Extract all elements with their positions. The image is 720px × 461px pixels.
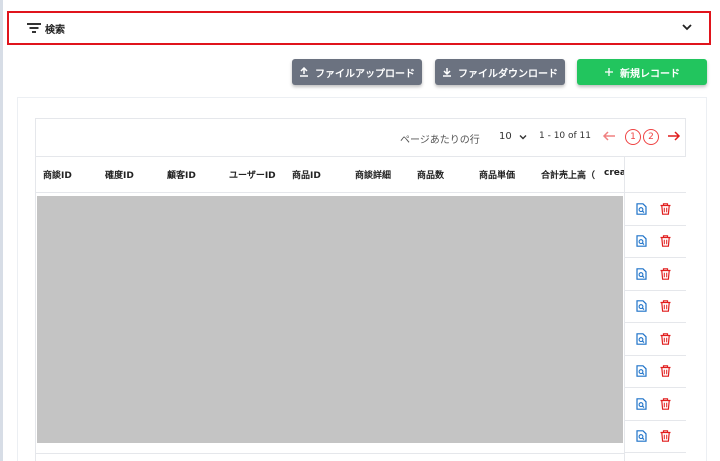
row-actions-column: [624, 157, 686, 461]
file-download-button[interactable]: ファイルダウンロード: [435, 59, 565, 85]
trash-icon[interactable]: [660, 235, 671, 248]
search-panel-header[interactable]: 検索: [7, 11, 711, 45]
arrow-right-icon[interactable]: [667, 129, 681, 143]
trash-icon[interactable]: [660, 267, 671, 280]
search-label: 検索: [45, 24, 65, 36]
table-row-actions: [625, 226, 686, 258]
column-header[interactable]: creat: [604, 168, 624, 178]
column-header[interactable]: 商品ID: [292, 168, 321, 181]
file-download-label: ファイルダウンロード: [458, 68, 558, 80]
filter-icon: [27, 22, 41, 34]
trash-icon[interactable]: [660, 397, 671, 410]
column-header[interactable]: 商談ID: [43, 168, 72, 181]
pagination-bar: ページあたりの行 10 1 - 10 of 11 1 2: [36, 119, 685, 157]
table-row-actions: [625, 258, 686, 291]
table-row-actions: [625, 291, 686, 323]
trash-icon[interactable]: [660, 332, 671, 345]
rows-per-page-select[interactable]: 10: [499, 131, 512, 142]
column-header[interactable]: 商談詳細: [355, 168, 391, 181]
page-1-button[interactable]: 1: [625, 129, 641, 145]
table-footer-divider: [36, 453, 624, 454]
data-grid: ページあたりの行 10 1 - 10 of 11 1 2 商談ID 確度ID 顧…: [35, 118, 686, 461]
column-header[interactable]: 商品数: [417, 168, 444, 181]
file-upload-label: ファイルアップロード: [315, 68, 415, 80]
rows-per-page-label: ページあたりの行: [400, 135, 480, 146]
table-row-actions: [625, 356, 686, 388]
redacted-table-body: [37, 196, 623, 443]
page-2-button[interactable]: 2: [643, 129, 659, 145]
upload-icon: [300, 67, 308, 77]
document-search-icon[interactable]: [636, 397, 647, 410]
arrow-left-icon[interactable]: [602, 129, 616, 143]
column-header[interactable]: 合計売上高（: [541, 168, 601, 181]
column-header[interactable]: ユーザーID: [229, 168, 276, 181]
column-header[interactable]: 確度ID: [105, 168, 134, 181]
trash-icon[interactable]: [660, 430, 671, 443]
chevron-down-icon[interactable]: [519, 133, 527, 141]
plus-icon: [605, 68, 613, 76]
document-search-icon[interactable]: [636, 365, 647, 378]
download-icon: [443, 68, 451, 77]
table-row-actions: [625, 388, 686, 421]
document-search-icon[interactable]: [636, 332, 647, 345]
trash-icon[interactable]: [660, 365, 671, 378]
new-record-label: 新規レコード: [620, 68, 680, 80]
new-record-button[interactable]: 新規レコード: [577, 59, 707, 85]
document-search-icon[interactable]: [636, 202, 647, 215]
file-upload-button[interactable]: ファイルアップロード: [292, 59, 422, 85]
document-search-icon[interactable]: [636, 430, 647, 443]
document-search-icon[interactable]: [636, 267, 647, 280]
document-search-icon[interactable]: [636, 235, 647, 248]
document-search-icon[interactable]: [636, 300, 647, 313]
table-row-actions: [625, 421, 686, 453]
column-header[interactable]: 顧客ID: [167, 168, 196, 181]
trash-icon[interactable]: [660, 300, 671, 313]
chevron-down-icon[interactable]: [681, 21, 693, 33]
actions-header: [625, 157, 686, 193]
table-row-actions: [625, 193, 686, 226]
table-header: 商談ID 確度ID 顧客ID ユーザーID 商品ID 商談詳細 商品数 商品単価…: [36, 157, 624, 193]
trash-icon[interactable]: [660, 202, 671, 215]
table-row-actions: [625, 323, 686, 356]
page-range: 1 - 10 of 11: [539, 131, 591, 141]
column-header[interactable]: 商品単価: [479, 168, 515, 181]
